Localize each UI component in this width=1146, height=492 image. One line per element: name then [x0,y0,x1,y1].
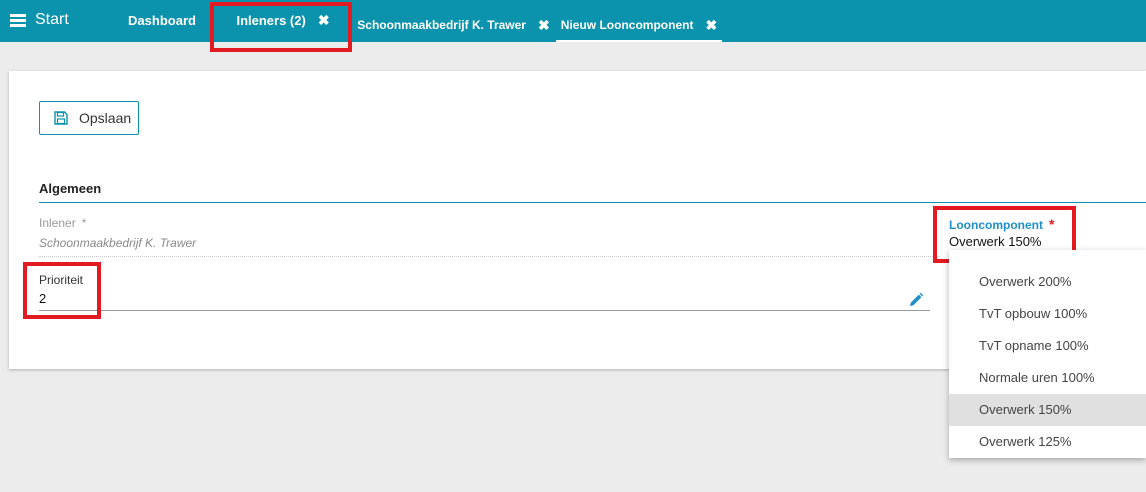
dropdown-scroll-offset [949,250,1146,266]
inlener-divider [39,256,939,257]
dropdown-option[interactable]: Overwerk 200% [949,266,1146,298]
tab-label: Nieuw Looncomponent [560,18,694,32]
inlener-label-text: Inlener [39,216,76,230]
tab-dashboard[interactable]: Dashboard [120,0,204,41]
required-mark: * [81,216,87,230]
pencil-icon[interactable] [908,292,924,308]
dropdown-option[interactable]: TvT opbouw 100% [949,298,1146,330]
save-button[interactable]: Opslaan [39,101,139,135]
dropdown-option[interactable]: Normale uren 100% [949,362,1146,394]
save-button-label: Opslaan [79,110,132,126]
tab-label: Schoonmaakbedrijf K. Trawer [357,18,526,32]
section-divider [39,202,1146,203]
tab-label: Dashboard [128,12,196,28]
inlener-label: Inlener * [39,216,86,230]
start-label: Start [35,11,69,28]
close-icon[interactable]: ✖ [705,18,717,32]
tab-schoonmaakbedrijf[interactable]: Schoonmaakbedrijf K. Trawer ✖ [356,4,551,46]
tab-nieuw-looncomponent[interactable]: Nieuw Looncomponent ✖ [556,4,722,46]
highlight-box-inleners-tab [210,2,352,52]
close-icon[interactable]: ✖ [538,18,550,32]
hamburger-icon [10,13,26,27]
inlener-value: Schoonmaakbedrijf K. Trawer [39,236,197,250]
prioriteit-underline [39,310,930,311]
floppy-disk-icon [54,111,68,125]
highlight-box-prioriteit [23,262,101,319]
dropdown-option[interactable]: TvT opname 100% [949,330,1146,362]
dropdown-option-selected[interactable]: Overwerk 150% [949,394,1146,426]
looncomponent-dropdown: Overwerk 200% TvT opbouw 100% TvT opname… [949,250,1146,458]
section-title: Algemeen [39,181,102,196]
start-menu-button[interactable]: Start [10,9,69,31]
top-navigation-bar: Start Dashboard Inleners (2) ✖ Schoonmaa… [0,0,1146,42]
dropdown-option[interactable]: Overwerk 125% [949,426,1146,458]
